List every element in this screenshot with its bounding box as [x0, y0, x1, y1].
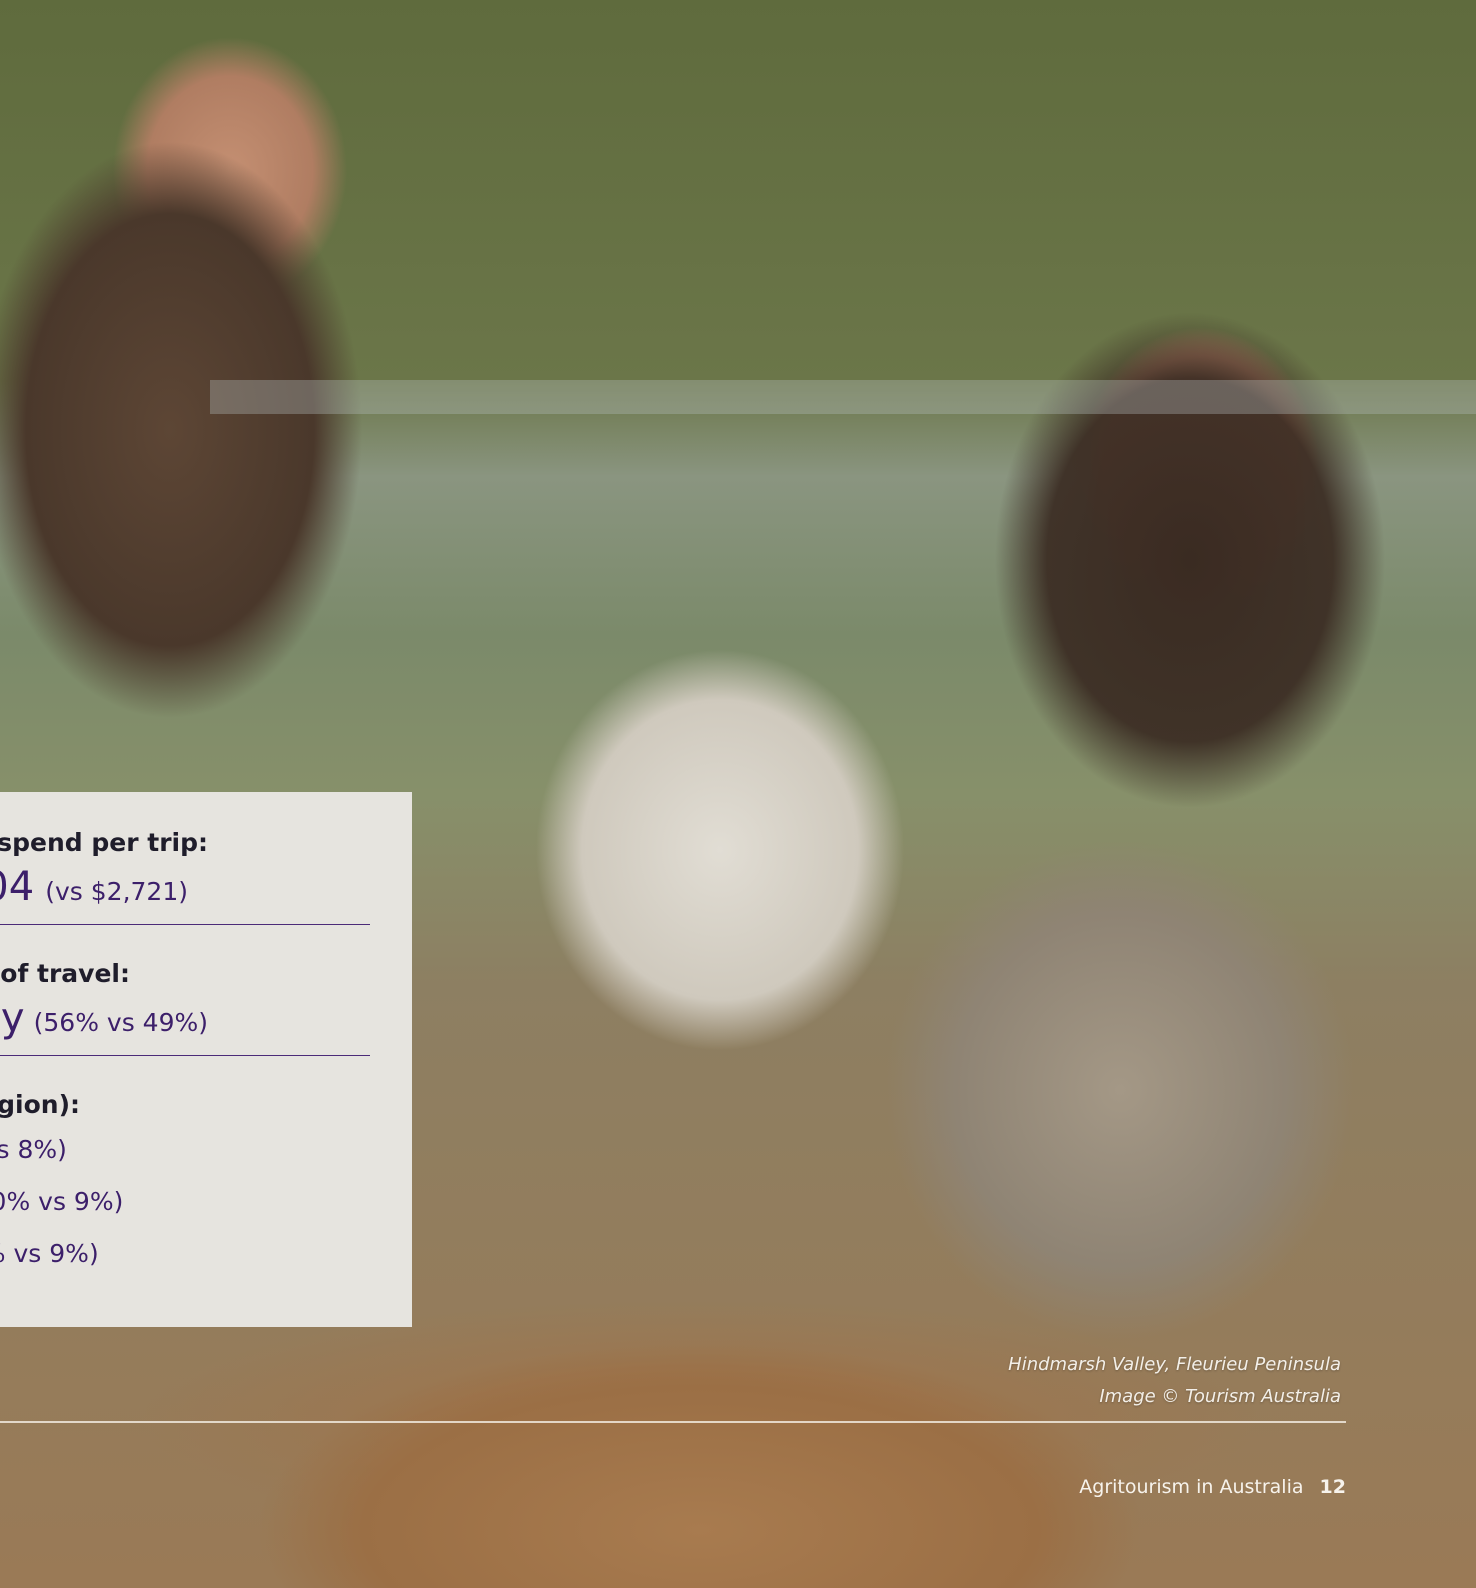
stat-region-item: l (10% vs 9%)	[0, 1187, 124, 1216]
stats-content: e spend per trip: 04 (vs $2,721) e of tr…	[0, 828, 370, 1294]
caption-credit: Image © Tourism Australia	[1099, 1386, 1341, 1407]
stat-spend-compare: (vs $2,721)	[45, 877, 188, 906]
report-page: e spend per trip: 04 (vs $2,721) e of tr…	[0, 0, 1476, 1588]
stats-panel: e spend per trip: 04 (vs $2,721) e of tr…	[0, 792, 412, 1327]
stat-travel: e of travel: ay (56% vs 49%)	[0, 959, 370, 1056]
stat-travel-compare: (56% vs 49%)	[33, 1008, 208, 1037]
stat-spend-label: e spend per trip:	[0, 828, 208, 857]
caption-location: Hindmarsh Valley, Fleurieu Peninsula	[1008, 1354, 1341, 1375]
stat-travel-value: ay	[0, 995, 25, 1041]
page-footer: Agritourism in Australia 12	[1079, 1476, 1346, 1498]
footer-divider	[0, 1421, 1346, 1423]
footer-title: Agritourism in Australia	[1079, 1476, 1304, 1498]
stat-spend-value: 04	[0, 864, 35, 910]
stat-travel-value-row: ay (56% vs 49%)	[0, 995, 370, 1041]
stat-spend-value-row: 04 (vs $2,721)	[0, 864, 370, 910]
photo-caption: Hindmarsh Valley, Fleurieu Peninsula Ima…	[1008, 1349, 1341, 1413]
stat-region-label: egion):	[0, 1090, 80, 1119]
stat-region-item: % vs 8%)	[0, 1135, 67, 1164]
stat-region: egion): % vs 8%) l (10% vs 9%) 10% vs 9%…	[0, 1090, 370, 1294]
stat-spend: e spend per trip: 04 (vs $2,721)	[0, 828, 370, 925]
stat-region-item: 10% vs 9%)	[0, 1239, 99, 1268]
stat-travel-label: e of travel:	[0, 959, 130, 988]
stat-region-list: % vs 8%) l (10% vs 9%) 10% vs 9%)	[0, 1124, 370, 1280]
page-number: 12	[1319, 1476, 1346, 1498]
